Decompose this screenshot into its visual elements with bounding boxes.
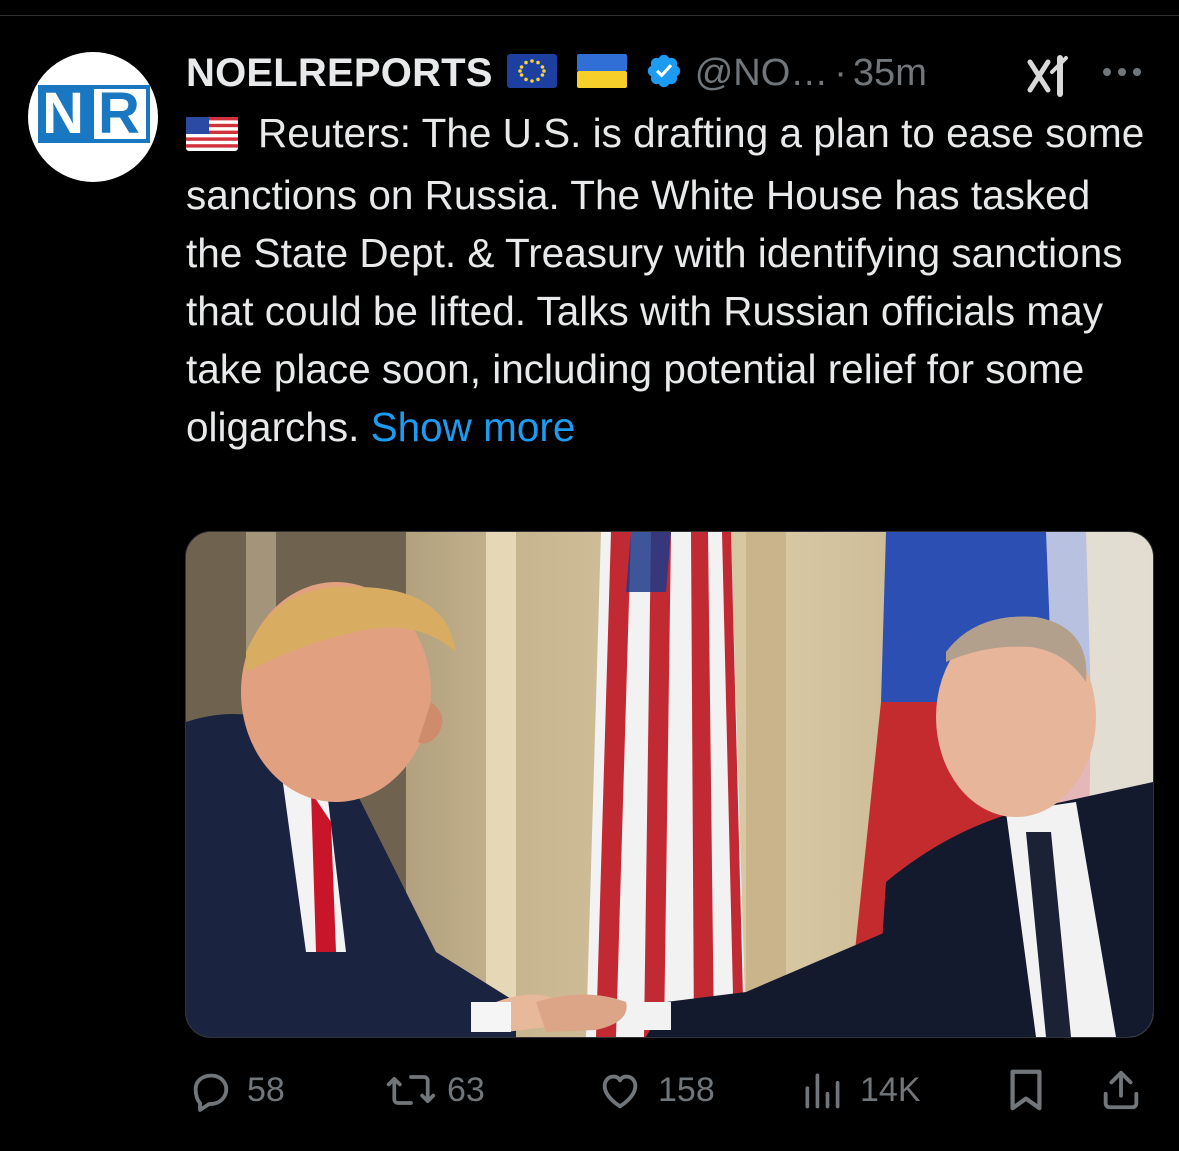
- views-count: 14K: [860, 1070, 921, 1109]
- display-name[interactable]: NOELREPORTS: [186, 51, 493, 96]
- repost-icon: [385, 1067, 437, 1113]
- avatar-letter-n: N: [38, 85, 90, 143]
- views-button[interactable]: 14K: [800, 1062, 921, 1118]
- reply-icon: [187, 1067, 233, 1113]
- separator-dot: ·: [834, 51, 847, 94]
- repost-count: 63: [447, 1070, 485, 1109]
- verified-badge-icon[interactable]: [645, 52, 683, 95]
- tweet-photo[interactable]: [185, 531, 1154, 1038]
- reply-count: 58: [247, 1070, 285, 1109]
- us-flag-icon: [186, 108, 238, 166]
- timestamp[interactable]: 35m: [853, 52, 927, 95]
- more-icon[interactable]: [1100, 64, 1144, 85]
- views-icon: [800, 1067, 844, 1113]
- tweet-body: Reuters: The U.S. is drafting a plan to …: [186, 110, 1145, 450]
- grok-icon[interactable]: [1022, 52, 1082, 105]
- tweet-header: NOELREPORTS @NO… · 35m: [186, 46, 927, 100]
- tweet[interactable]: NR NOELREPORTS @NO… · 35m Reuters: The U…: [0, 0, 1179, 1151]
- share-button[interactable]: [1098, 1062, 1144, 1118]
- like-count: 158: [658, 1070, 715, 1109]
- show-more-link[interactable]: Show more: [371, 404, 576, 450]
- tweet-text: Reuters: The U.S. is drafting a plan to …: [186, 104, 1146, 456]
- ukraine-flag-icon: [576, 53, 627, 93]
- avatar[interactable]: NR: [28, 52, 158, 182]
- avatar-letter-r: R: [90, 85, 150, 143]
- bookmark-button[interactable]: [1006, 1062, 1046, 1118]
- handle[interactable]: @NO…: [695, 52, 829, 95]
- avatar-logo: NR: [30, 82, 158, 146]
- bookmark-icon: [1006, 1067, 1046, 1113]
- tweet-actions: 58 63 158 14K: [0, 1062, 1179, 1118]
- share-icon: [1098, 1067, 1144, 1113]
- reply-button[interactable]: 58: [187, 1062, 285, 1118]
- heart-icon: [596, 1067, 644, 1113]
- eu-flag-icon: [506, 53, 557, 93]
- like-button[interactable]: 158: [596, 1062, 715, 1118]
- photo-handshake-image: [186, 532, 1153, 1037]
- repost-button[interactable]: 63: [385, 1062, 485, 1118]
